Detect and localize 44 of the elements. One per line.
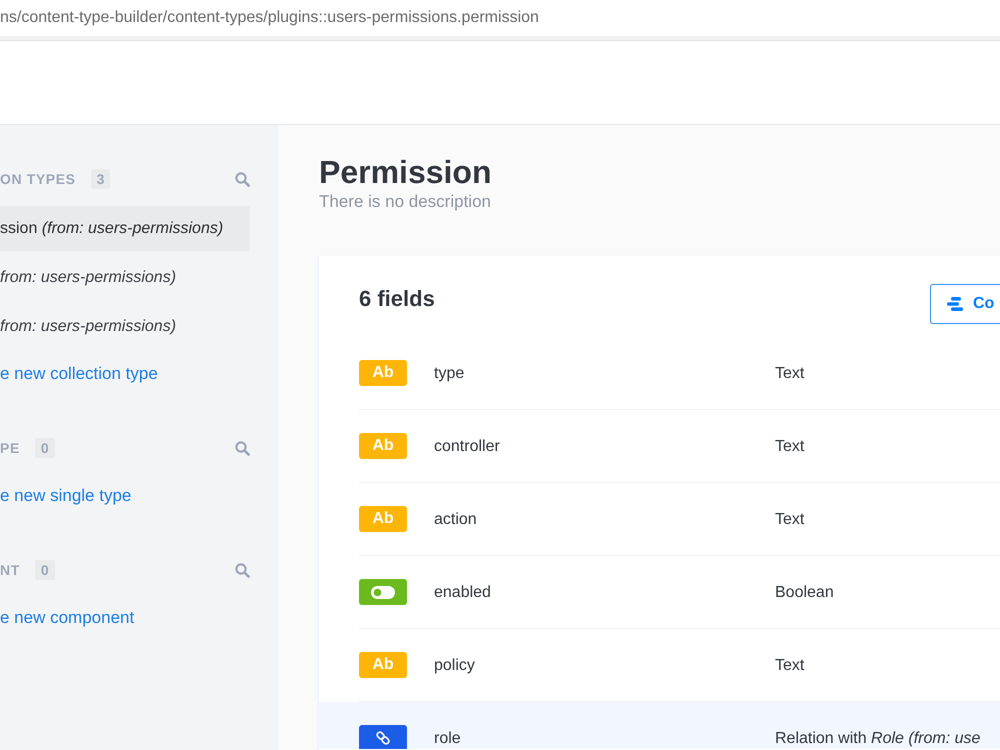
sidebar-link[interactable]: e new single type (0, 484, 132, 508)
field-row[interactable]: Ab policy Text (319, 629, 1000, 702)
field-count: 6 fields (359, 286, 435, 312)
section-title: PE (0, 439, 20, 458)
page-description: There is no description (319, 192, 491, 212)
text-type-badge: Ab (359, 360, 407, 386)
field-name: controller (434, 436, 501, 456)
bars-icon (947, 297, 963, 311)
field-type: Relation with Role (from: use (775, 728, 980, 748)
sidebar-item[interactable]: from: users-permissions) (0, 255, 250, 300)
toggle-icon (359, 579, 407, 605)
field-row[interactable]: enabled Boolean (319, 556, 1000, 629)
field-row[interactable]: role Relation with Role (from: use (319, 702, 1000, 749)
field-type: Text (775, 364, 804, 382)
address-bar-url[interactable]: ns/content-type-builder/content-types/plugins::users-permissions.permission (0, 8, 539, 28)
section-title: ON TYPES (0, 170, 76, 189)
field-type: Text (775, 510, 804, 528)
action-button[interactable]: Co (930, 284, 1000, 324)
search-icon[interactable] (235, 562, 250, 578)
text-type-badge: Ab (359, 433, 407, 459)
sidebar-item[interactable]: from: users-permissions) (0, 304, 250, 349)
field-row[interactable]: Ab type Text (319, 337, 1000, 410)
field-name: role (434, 728, 462, 748)
search-icon[interactable] (235, 172, 250, 186)
page-title: Permission (319, 154, 492, 190)
field-type: Text (775, 436, 804, 456)
text-type-badge: Ab (359, 506, 407, 532)
section-title: NT (0, 561, 20, 580)
sidebar-link[interactable]: e new collection type (0, 362, 158, 386)
field-name: enabled (434, 582, 492, 602)
field-row[interactable]: Ab controller Text (319, 410, 1000, 483)
count-badge: 0 (34, 438, 55, 458)
field-type: Text (775, 656, 804, 674)
field-name: type (434, 364, 466, 382)
field-type: Boolean (775, 582, 834, 602)
count-badge: 3 (90, 169, 110, 189)
sidebar-item[interactable]: ssion (from: users-permissions) (0, 206, 250, 251)
field-row[interactable]: Ab action Text (319, 483, 1000, 556)
field-name: action (434, 510, 478, 528)
sidebar-link[interactable]: e new component (0, 606, 134, 630)
text-type-badge: Ab (359, 652, 407, 678)
count-badge: 0 (34, 560, 55, 580)
field-name: policy (434, 656, 476, 674)
search-icon[interactable] (235, 440, 250, 456)
